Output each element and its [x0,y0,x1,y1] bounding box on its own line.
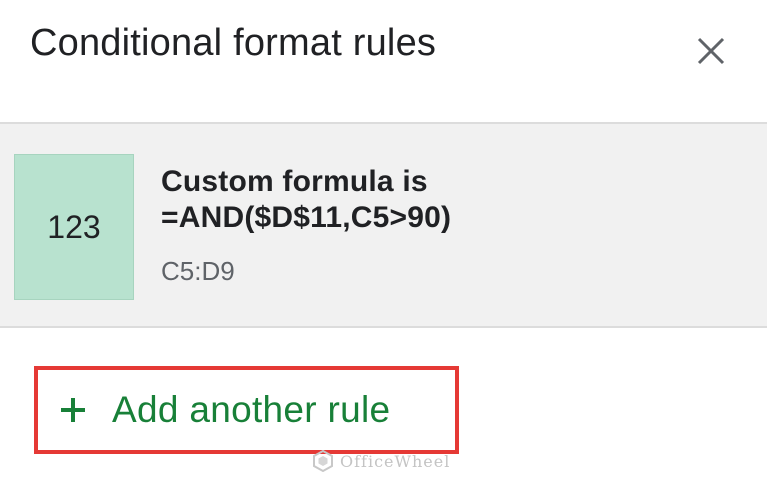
officewheel-logo-icon [313,450,333,472]
panel-title: Conditional format rules [30,22,437,64]
rule-card[interactable]: 123 Custom formula is =AND($D$11,C5>90) … [0,122,767,328]
rule-condition-label: Custom formula is [161,165,428,198]
close-button[interactable] [692,32,730,70]
plus-icon [61,398,85,422]
rule-range: C5:D9 [161,256,235,286]
watermark-text: OfficeWheel [340,451,451,471]
add-rule-label: Add another rule [112,389,391,430]
add-another-rule-button[interactable]: Add another rule [34,366,459,454]
watermark: OfficeWheel [312,450,450,472]
rule-formula: =AND($D$11,C5>90) [161,201,452,234]
close-icon [697,37,725,65]
rule-preview-swatch: 123 [14,154,134,300]
